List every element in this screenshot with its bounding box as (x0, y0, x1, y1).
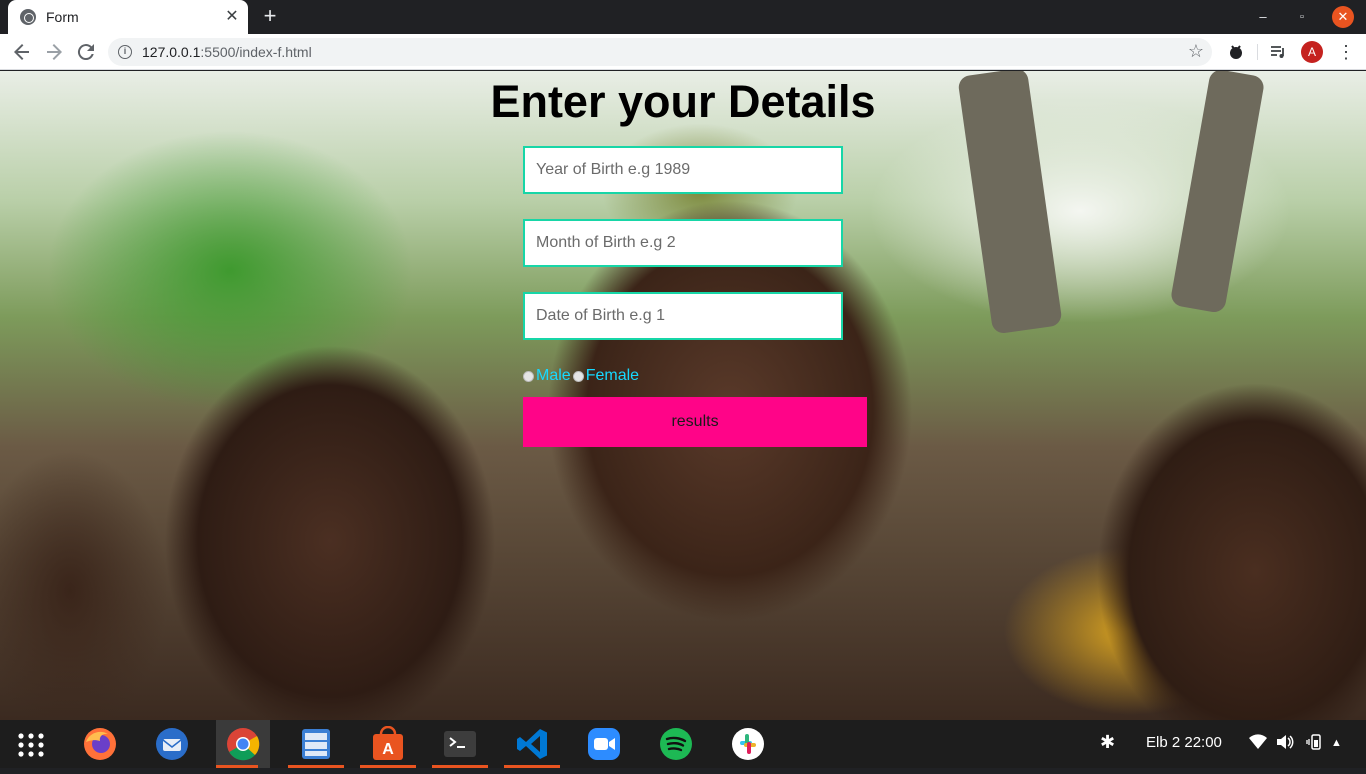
page-title: Enter your Details (490, 76, 876, 127)
firefox-icon[interactable] (82, 726, 118, 762)
male-label[interactable]: Male (536, 367, 571, 385)
volume-icon[interactable] (1276, 734, 1294, 754)
address-bar[interactable]: i 127.0.0.1:5500/index-f.html ☆ (108, 38, 1212, 66)
slack-tray-icon[interactable]: ✱ (1100, 732, 1115, 753)
tab-form[interactable]: Form ✕ (8, 0, 248, 34)
reload-button[interactable] (74, 40, 98, 64)
software-center-icon[interactable]: A (370, 725, 406, 762)
back-button[interactable] (10, 40, 34, 64)
browser-toolbar: i 127.0.0.1:5500/index-f.html ☆ A ⋮ (0, 34, 1366, 70)
show-applications-icon[interactable] (16, 732, 46, 758)
page-viewport: Enter your Details Male Female results (0, 71, 1366, 720)
zoom-icon[interactable] (586, 726, 622, 762)
taskbar: A ✱ Elb 2 22:00 ▲ (0, 720, 1366, 768)
wifi-icon[interactable] (1249, 734, 1267, 754)
terminal-icon[interactable] (442, 726, 478, 762)
files-icon[interactable] (298, 726, 334, 762)
url-text: 127.0.0.1:5500/index-f.html (142, 44, 312, 60)
close-tab-icon[interactable]: ✕ (224, 9, 240, 25)
maximize-button[interactable]: ▫ (1291, 6, 1313, 28)
gender-radio-group: Male Female (523, 366, 641, 386)
kebab-menu-icon[interactable]: ⋮ (1334, 40, 1358, 64)
forward-button[interactable] (42, 40, 66, 64)
reload-icon (77, 44, 94, 61)
media-queue-icon[interactable] (1266, 40, 1290, 64)
new-tab-button[interactable]: + (258, 4, 282, 28)
url-host: 127.0.0.1 (142, 44, 201, 60)
url-path: :5500/index-f.html (200, 44, 312, 60)
toolbar-divider (1257, 44, 1258, 60)
date-of-birth-input[interactable] (523, 292, 843, 340)
arrow-right-icon (47, 44, 62, 60)
vscode-icon[interactable] (514, 726, 550, 762)
bookmark-star-icon[interactable]: ☆ (1188, 41, 1204, 62)
battery-icon[interactable] (1305, 734, 1325, 754)
svg-text:A: A (382, 741, 394, 758)
female-radio[interactable] (572, 370, 584, 382)
arrow-left-icon (14, 44, 29, 60)
tab-strip: Form ✕ + – ▫ ✕ (0, 0, 1366, 34)
chrome-icon[interactable] (225, 726, 261, 762)
results-button[interactable]: results (523, 397, 867, 447)
male-radio[interactable] (523, 370, 534, 382)
thunderbird-icon[interactable] (154, 726, 190, 762)
extension-icon[interactable] (1224, 40, 1248, 64)
profile-avatar[interactable]: A (1301, 41, 1323, 63)
year-of-birth-input[interactable] (523, 146, 843, 194)
globe-icon (20, 9, 36, 25)
slack-icon[interactable] (730, 726, 766, 762)
spotify-icon[interactable] (658, 726, 694, 762)
system-menu-arrow-icon[interactable]: ▲ (1331, 737, 1342, 749)
info-icon[interactable]: i (118, 45, 132, 59)
minimize-button[interactable]: – (1252, 6, 1274, 28)
tab-title: Form (46, 9, 79, 25)
clock[interactable]: Elb 2 22:00 (1146, 734, 1222, 751)
month-of-birth-input[interactable] (523, 219, 843, 267)
female-label[interactable]: Female (586, 367, 639, 385)
close-window-button[interactable]: ✕ (1332, 6, 1354, 28)
